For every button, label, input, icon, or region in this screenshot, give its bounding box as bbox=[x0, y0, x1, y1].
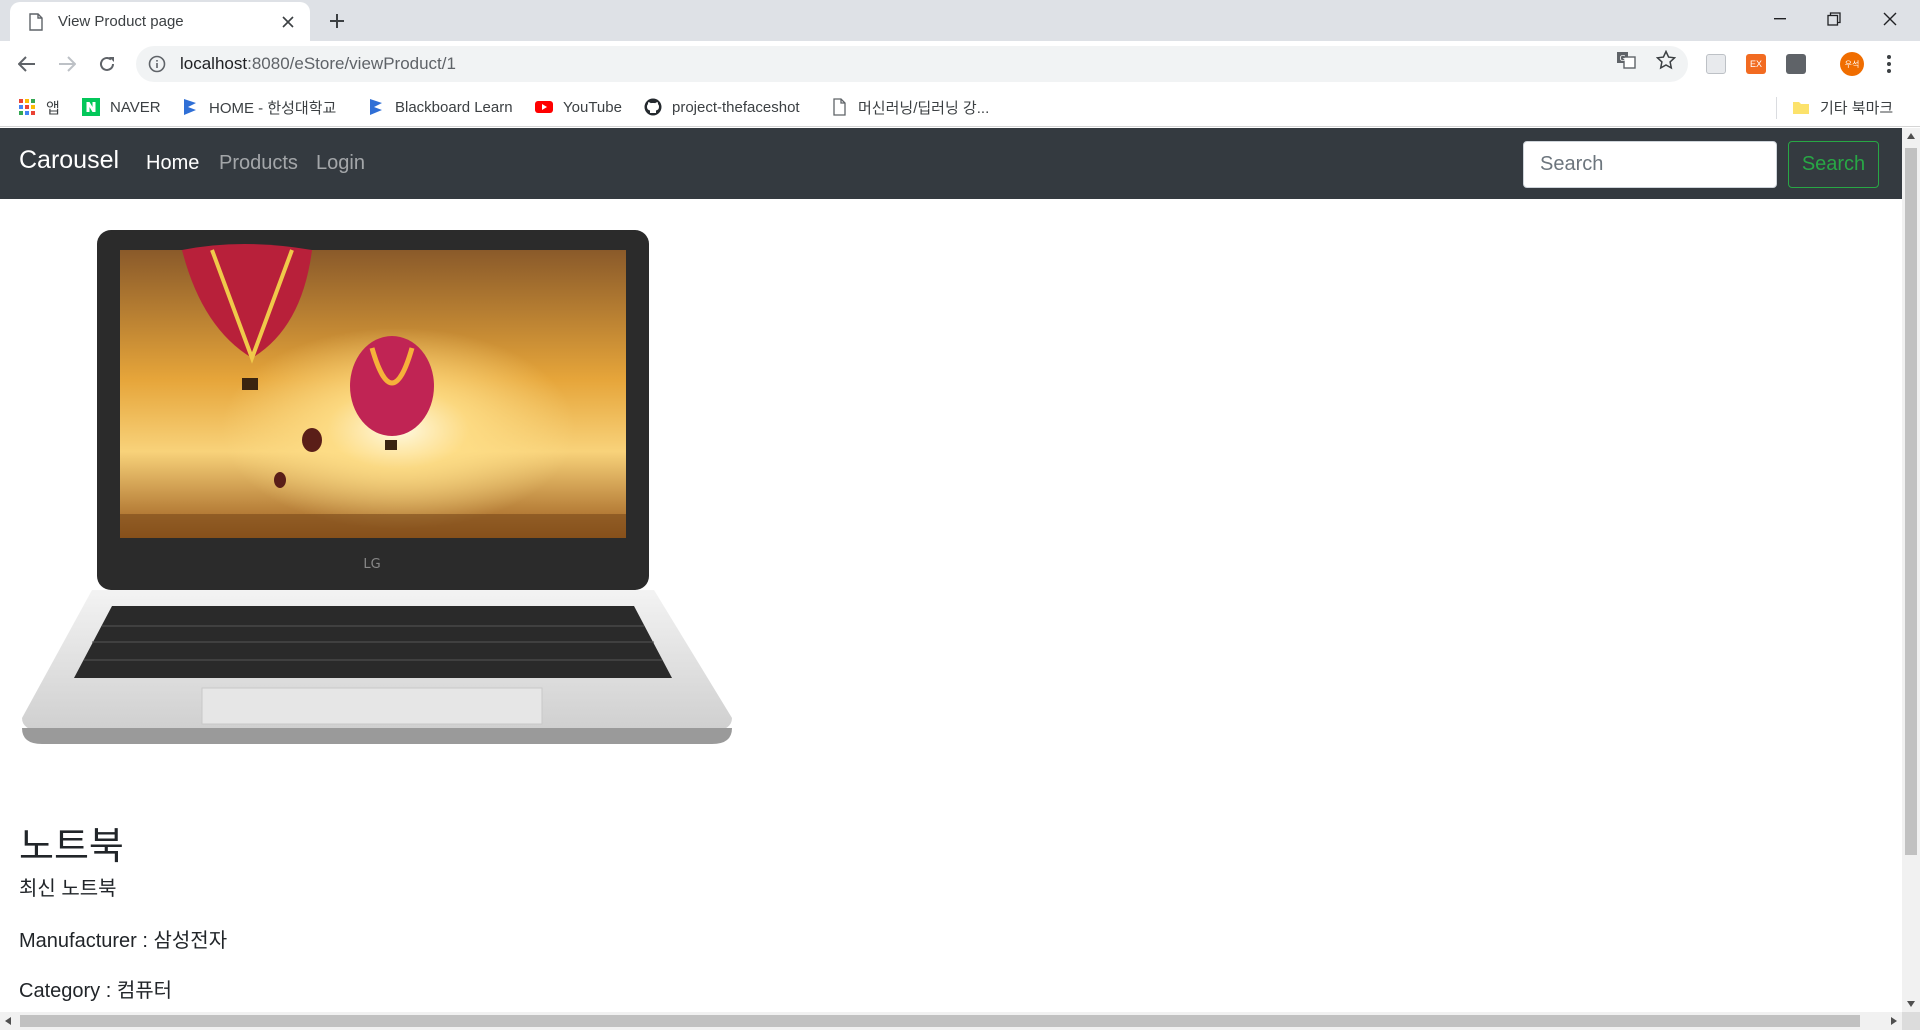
scroll-up-arrow-icon[interactable] bbox=[1907, 133, 1915, 139]
browser-toolbar: localhost:8080/eStore/viewProduct/1 G EX… bbox=[0, 41, 1920, 87]
github-icon bbox=[644, 98, 662, 116]
bookmark-youtube[interactable]: YouTube bbox=[535, 95, 622, 119]
apps-grid-icon bbox=[19, 99, 35, 115]
scroll-right-arrow-icon[interactable] bbox=[1891, 1017, 1897, 1025]
svg-text:G: G bbox=[1620, 54, 1626, 63]
svg-text:LG: LG bbox=[363, 557, 380, 572]
bookmark-label: 앱 bbox=[46, 99, 60, 117]
bookmark-blackboard[interactable]: Blackboard Learn bbox=[367, 95, 513, 119]
bookmark-label: NAVER bbox=[110, 98, 161, 116]
blackboard-icon bbox=[370, 99, 382, 115]
horizontal-scrollbar[interactable] bbox=[0, 1012, 1902, 1030]
blackboard-icon bbox=[184, 99, 196, 115]
bookmark-label: Blackboard Learn bbox=[395, 98, 513, 116]
scroll-left-arrow-icon[interactable] bbox=[5, 1017, 11, 1025]
other-bookmarks-label: 기타 북마크 bbox=[1820, 99, 1894, 117]
scrollbar-corner bbox=[1902, 1012, 1920, 1030]
bookmark-apps[interactable]: 앱 bbox=[18, 95, 60, 119]
tab-title: View Product page bbox=[58, 13, 184, 30]
page-viewport: Carousel Home Products Login Search Sear… bbox=[0, 128, 1902, 1012]
bookmarks-bar: 앱 NAVER HOME - 한성대학교 Blackboard Learn Yo… bbox=[0, 87, 1920, 127]
minimize-icon[interactable] bbox=[1752, 0, 1808, 38]
extension-icon[interactable] bbox=[1706, 54, 1726, 74]
url-text: localhost:8080/eStore/viewProduct/1 bbox=[180, 54, 456, 73]
forward-arrow-icon[interactable] bbox=[52, 49, 82, 79]
bookmark-naver[interactable]: NAVER bbox=[82, 95, 161, 119]
close-window-icon[interactable] bbox=[1862, 0, 1918, 38]
search-button[interactable]: Search bbox=[1788, 141, 1879, 188]
menu-kebab-icon[interactable] bbox=[1886, 54, 1896, 74]
bookmark-hansung[interactable]: HOME - 한성대학교 bbox=[181, 95, 336, 119]
restore-icon[interactable] bbox=[1806, 0, 1862, 38]
page-icon bbox=[833, 98, 846, 116]
vertical-scrollbar[interactable] bbox=[1902, 128, 1920, 1012]
bookmark-star-icon[interactable] bbox=[1656, 50, 1676, 70]
nav-link-login[interactable]: Login bbox=[316, 152, 365, 175]
bookmark-label: YouTube bbox=[563, 98, 622, 116]
bookmark-github[interactable]: project-thefaceshot bbox=[644, 95, 800, 119]
info-icon[interactable] bbox=[148, 55, 166, 73]
bookmarks-divider bbox=[1776, 97, 1777, 119]
navbar-brand[interactable]: Carousel bbox=[19, 146, 119, 175]
product-description: 최신 노트북 bbox=[19, 878, 117, 900]
address-bar[interactable]: localhost:8080/eStore/viewProduct/1 bbox=[136, 46, 1688, 82]
close-tab-icon[interactable] bbox=[278, 12, 298, 32]
nav-link-home[interactable]: Home bbox=[146, 152, 199, 175]
bookmark-label: HOME - 한성대학교 bbox=[209, 99, 337, 117]
other-bookmarks[interactable]: 기타 북마크 bbox=[1792, 95, 1893, 119]
product-manufacturer: Manufacturer : 삼성전자 bbox=[19, 930, 228, 952]
search-input[interactable]: Search bbox=[1523, 141, 1777, 188]
extension-dark-icon[interactable] bbox=[1786, 54, 1806, 74]
product-category: Category : 컴퓨터 bbox=[19, 980, 173, 1002]
bookmark-label: project-thefaceshot bbox=[672, 98, 800, 116]
naver-icon bbox=[82, 98, 100, 116]
translate-icon[interactable]: G bbox=[1616, 50, 1636, 70]
scroll-down-arrow-icon[interactable] bbox=[1907, 1001, 1915, 1007]
reload-icon[interactable] bbox=[92, 49, 122, 79]
ex-extension-icon[interactable]: EX bbox=[1746, 54, 1766, 74]
browser-tab[interactable]: View Product page bbox=[10, 2, 310, 41]
vertical-scroll-thumb[interactable] bbox=[1905, 148, 1917, 855]
bookmark-ml-course[interactable]: 머신러닝/딥러닝 강... bbox=[830, 95, 989, 119]
page-icon bbox=[29, 12, 43, 31]
product-name: 노트북 bbox=[19, 826, 124, 868]
back-arrow-icon[interactable] bbox=[12, 49, 42, 79]
nav-link-products[interactable]: Products bbox=[219, 152, 298, 175]
profile-avatar[interactable]: 우석 bbox=[1840, 52, 1864, 76]
folder-icon bbox=[1793, 102, 1809, 114]
youtube-icon bbox=[535, 101, 553, 113]
product-image: LG bbox=[22, 230, 732, 744]
tab-strip: View Product page bbox=[0, 0, 1920, 41]
bookmark-label: 머신러닝/딥러닝 강... bbox=[858, 99, 990, 117]
site-navbar: Carousel Home Products Login Search Sear… bbox=[0, 128, 1902, 199]
horizontal-scroll-thumb[interactable] bbox=[20, 1015, 1860, 1027]
new-tab-icon[interactable] bbox=[324, 8, 350, 34]
